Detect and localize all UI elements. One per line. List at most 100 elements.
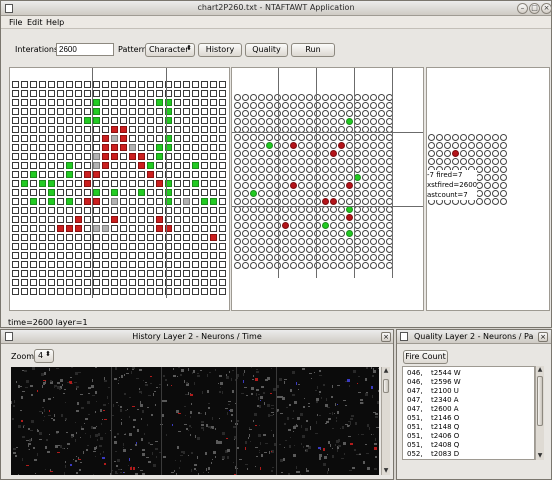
neuron-cell xyxy=(298,142,305,149)
history-pixel xyxy=(271,412,274,413)
zoom-value: 4 xyxy=(38,351,44,360)
neuron-cell xyxy=(290,142,297,149)
neuron-cell xyxy=(484,158,491,165)
neuron-cell xyxy=(219,99,226,106)
quality-button[interactable]: Quality xyxy=(245,43,288,57)
neuron-cell xyxy=(234,254,241,261)
history-pixel xyxy=(117,433,119,435)
run-button[interactable]: Run xyxy=(291,43,335,57)
menu-file[interactable]: File xyxy=(9,18,22,27)
neuron-cell xyxy=(129,261,136,268)
history-pixel xyxy=(123,443,124,446)
scroll-up-icon[interactable]: ▲ xyxy=(536,366,544,374)
neuron-cell xyxy=(48,288,55,295)
neuron-cell xyxy=(93,270,100,277)
neuron-cell xyxy=(338,134,345,141)
neuron-cell xyxy=(102,243,109,250)
history-title-bar[interactable]: History Layer 2 - Neurons / Time × xyxy=(1,330,393,344)
history-pixel xyxy=(244,370,245,373)
menu-help[interactable]: Help xyxy=(46,18,64,27)
history-pixel xyxy=(268,414,270,417)
close-icon[interactable]: × xyxy=(541,3,552,14)
history-pixel xyxy=(215,456,216,458)
neuron-cell xyxy=(258,142,265,149)
history-pixel xyxy=(47,451,50,453)
neuron-cell xyxy=(492,134,499,141)
history-pixel xyxy=(29,439,31,442)
history-pixel xyxy=(316,421,317,424)
list-item[interactable]: 051, t2408 Q xyxy=(407,441,459,449)
neuron-cell xyxy=(234,158,241,165)
history-pixel xyxy=(87,445,89,446)
history-pixel xyxy=(116,465,118,467)
list-item[interactable]: 046, t2544 W xyxy=(407,369,461,377)
list-item[interactable]: 051, t2406 O xyxy=(407,432,459,440)
neuron-cell xyxy=(370,166,377,173)
iterations-input[interactable] xyxy=(56,43,114,56)
scroll-down-icon[interactable]: ▼ xyxy=(382,467,390,475)
history-pixel xyxy=(293,454,296,457)
list-item[interactable]: 046, t2596 W xyxy=(407,378,461,386)
fire-count-button[interactable]: Fire Count xyxy=(403,350,448,364)
history-canvas[interactable] xyxy=(11,367,379,475)
neuron-cell xyxy=(370,118,377,125)
neuron-cell xyxy=(147,225,154,232)
zoom-select[interactable]: 4 ⬍ xyxy=(34,349,54,363)
neuron-cell xyxy=(282,198,289,205)
menu-edit[interactable]: Edit xyxy=(27,18,43,27)
neuron-cell xyxy=(219,180,226,187)
scroll-down-icon[interactable]: ▼ xyxy=(536,452,544,460)
neuron-cell xyxy=(282,230,289,237)
close-icon[interactable]: × xyxy=(381,332,391,342)
history-button[interactable]: History xyxy=(198,43,242,57)
neuron-cell xyxy=(370,142,377,149)
neuron-cell xyxy=(156,225,163,232)
main-window: chart2P260.txt - NTAFTAWT Application – … xyxy=(0,0,552,328)
grid-divider xyxy=(316,68,317,278)
history-pixel xyxy=(104,380,107,382)
neuron-cell xyxy=(210,171,217,178)
history-pixel xyxy=(330,444,331,447)
scroll-thumb[interactable] xyxy=(383,379,389,393)
list-item[interactable]: 052, t2083 D xyxy=(407,450,459,458)
scroll-thumb[interactable] xyxy=(537,376,543,426)
neuron-cell xyxy=(192,189,199,196)
neuron-cell xyxy=(192,171,199,178)
history-pixel xyxy=(72,383,73,384)
history-pixel xyxy=(22,391,25,392)
quality-scrollbar[interactable]: ▲ ▼ xyxy=(535,366,544,460)
neuron-cell xyxy=(156,288,163,295)
neuron-cell xyxy=(12,99,19,106)
history-scrollbar[interactable]: ▲ ▼ xyxy=(381,367,390,475)
maximize-icon[interactable]: □ xyxy=(529,3,540,14)
neuron-cell xyxy=(362,222,369,229)
history-pixel xyxy=(120,409,122,412)
neuron-cell xyxy=(57,207,64,214)
quality-title-bar[interactable]: Quality Layer 2 - Neurons / Pa × xyxy=(397,330,551,344)
list-item[interactable]: 047, t2340 A xyxy=(407,396,459,404)
scroll-up-icon[interactable]: ▲ xyxy=(382,367,390,375)
list-item[interactable]: 051, t2146 O xyxy=(407,414,459,422)
neuron-cell xyxy=(298,94,305,101)
neuron-cell xyxy=(234,110,241,117)
list-item[interactable]: 051, t2148 Q xyxy=(407,423,459,431)
list-item[interactable]: 047, t2600 A xyxy=(407,405,459,413)
history-pixel xyxy=(277,396,280,398)
history-pixel xyxy=(294,401,297,404)
history-pixel xyxy=(60,379,63,382)
quality-list[interactable]: 046, t2544 W 046, t2596 W 047, t2100 U 047, t23… xyxy=(402,366,535,460)
neuron-cell xyxy=(138,189,145,196)
minimize-icon[interactable]: – xyxy=(517,3,528,14)
history-pixel xyxy=(132,406,135,407)
neuron-cell xyxy=(21,135,28,142)
title-bar[interactable]: chart2P260.txt - NTAFTAWT Application – … xyxy=(1,1,552,16)
neuron-cell xyxy=(129,99,136,106)
pattern-select[interactable]: Character ⬍ xyxy=(145,43,195,57)
neuron-cell xyxy=(370,102,377,109)
neuron-cell xyxy=(362,182,369,189)
close-icon[interactable]: × xyxy=(538,332,548,342)
neuron-cell xyxy=(129,180,136,187)
list-item[interactable]: 047, t2100 U xyxy=(407,387,459,395)
neuron-cell xyxy=(282,222,289,229)
history-pixel xyxy=(26,465,29,466)
